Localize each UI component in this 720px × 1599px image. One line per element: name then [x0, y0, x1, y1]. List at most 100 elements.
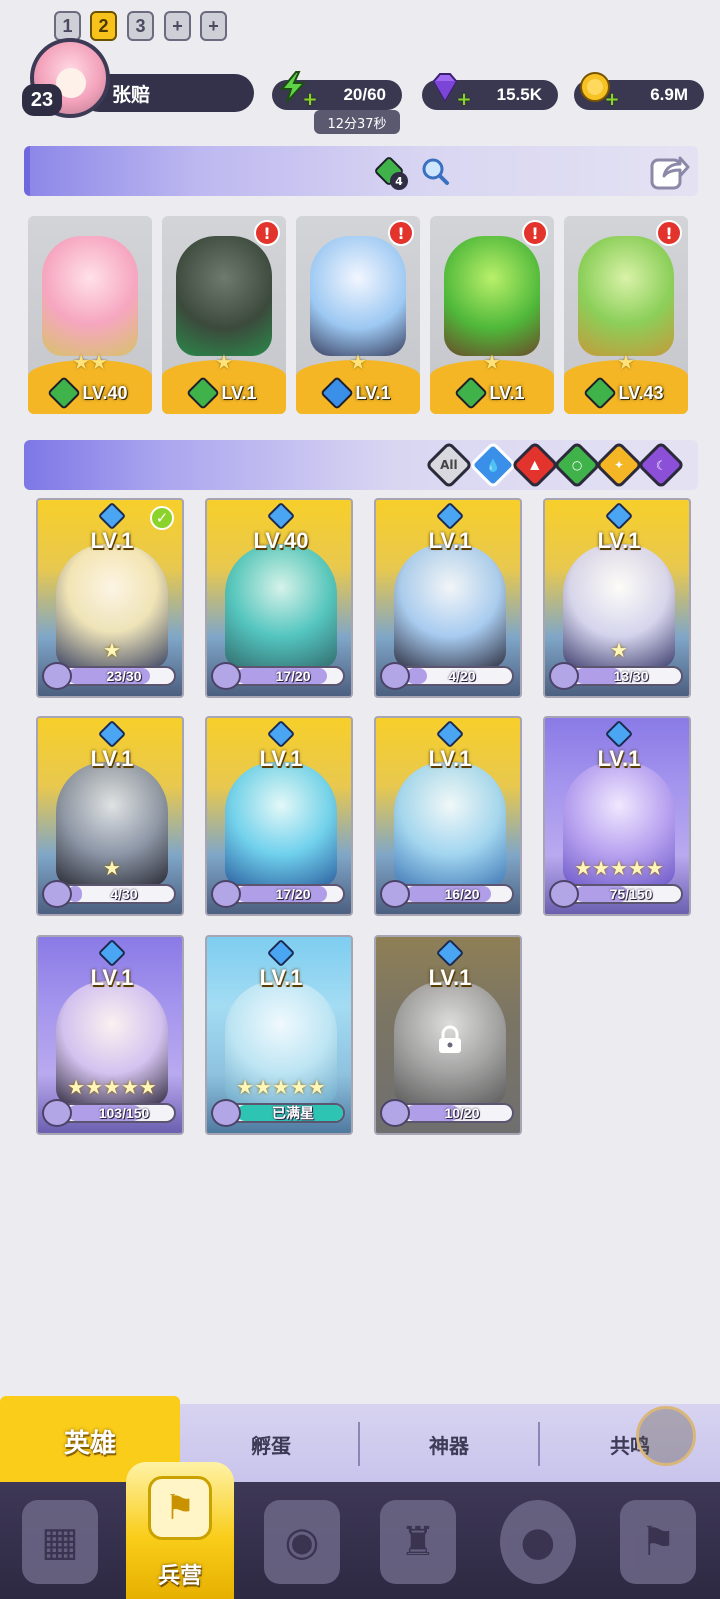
hero-level: LV.1 — [597, 528, 641, 553]
hero-level: LV.1 — [428, 528, 472, 553]
hero-portrait — [444, 236, 540, 356]
hero-shard-icon — [42, 1099, 72, 1127]
wind-element-icon — [186, 376, 221, 410]
gold-value: 6.9M — [650, 85, 688, 104]
hero-level: LV.1 — [597, 746, 641, 771]
water-element-icon — [320, 376, 355, 410]
check-icon: ✓ — [150, 506, 174, 530]
team-slot-4[interactable]: ★ LV.1 ! — [430, 216, 554, 414]
guild-banner-nav-icon[interactable]: ⚑ — [620, 1500, 696, 1584]
team-slot-3[interactable]: ★ LV.1 ! — [296, 216, 420, 414]
hero-shard-icon — [549, 662, 579, 690]
add-team-button-1[interactable]: + — [164, 11, 191, 41]
shard-count: 10/20 — [444, 1105, 480, 1121]
moon-icon: ☾ — [655, 457, 667, 472]
hero-shard-icon — [42, 662, 72, 690]
slot-level-text: LV.40 — [82, 382, 128, 403]
floating-assist-button[interactable] — [636, 1406, 696, 1466]
hero-card[interactable]: LV.1 ★ 23/30 ✓ — [36, 498, 184, 698]
search-icon[interactable] — [420, 156, 450, 186]
water-element-icon — [97, 719, 127, 749]
hero-portrait — [225, 762, 337, 886]
add-energy-icon[interactable]: + — [302, 91, 318, 109]
castle-nav-icon[interactable]: ♜ — [380, 1500, 456, 1584]
hero-shard-icon — [211, 880, 241, 908]
lock-icon — [439, 1025, 461, 1053]
hero-portrait — [42, 236, 138, 356]
cards-nav-icon[interactable]: ▦ — [22, 1500, 98, 1584]
team-slot-2[interactable]: ★ LV.1 ! — [162, 216, 286, 414]
shard-count: 23/30 — [106, 668, 142, 684]
filter-all-label: All — [440, 457, 458, 472]
hero-card[interactable]: LV.1 4/20 — [374, 498, 522, 698]
slot-level-text: LV.1 — [221, 382, 257, 403]
hero-card[interactable]: LV.1 ★★★★★ 103/150 — [36, 935, 184, 1135]
water-element-icon — [435, 938, 465, 968]
mushroom-nav-icon[interactable]: ● — [500, 1500, 576, 1584]
gem-value: 15.5K — [496, 85, 542, 104]
team-bar — [24, 146, 698, 196]
shard-count: 4/20 — [448, 668, 476, 684]
team-slot-5[interactable]: ★ LV.43 ! — [564, 216, 688, 414]
hero-card[interactable]: LV.1 ★ 4/30 — [36, 716, 184, 916]
shard-count: 75/150 — [609, 886, 653, 902]
hero-card[interactable]: LV.1 ★ 13/30 — [543, 498, 691, 698]
hero-stars: ★ — [610, 638, 628, 662]
tab-artifacts[interactable]: 神器 — [360, 1420, 538, 1468]
hero-card[interactable]: LV.1 17/20 — [205, 716, 353, 916]
nav-barracks[interactable]: ⚑ 兵营 — [126, 1462, 234, 1599]
swirl-icon: ○ — [571, 457, 583, 472]
hero-stars: ★ — [103, 856, 121, 880]
team-tab-3[interactable]: 3 — [127, 11, 154, 41]
nav-barracks-label: 兵营 — [157, 1564, 202, 1589]
shard-count: 17/20 — [275, 668, 311, 684]
plus-icon: + — [172, 15, 183, 36]
water-element-icon — [266, 938, 296, 968]
team-tab-1[interactable]: 1 — [54, 11, 81, 41]
add-gold-icon[interactable]: + — [604, 91, 620, 109]
water-element-icon — [604, 501, 634, 531]
hero-card[interactable]: LV.1 ★★★★★ 75/150 — [543, 716, 691, 916]
slot-level: LV.43 — [564, 376, 688, 410]
add-gems-icon[interactable]: + — [456, 91, 472, 109]
hero-shard-icon — [380, 880, 410, 908]
team-slot-1[interactable]: ★★ LV.40 — [28, 216, 152, 414]
shard-count: 103/150 — [98, 1105, 150, 1121]
wind-element-icon — [583, 376, 618, 410]
alert-icon: ! — [388, 220, 414, 246]
hero-level: LV.1 — [428, 965, 472, 990]
slot-level-text: LV.43 — [618, 382, 664, 403]
shard-count: 17/20 — [275, 886, 311, 902]
shard-count: 13/30 — [613, 668, 649, 684]
share-icon[interactable] — [648, 150, 690, 192]
pet-count-badge: 4 — [390, 172, 408, 190]
hero-card[interactable]: LV.1 16/20 — [374, 716, 522, 916]
shard-count: 4/30 — [110, 886, 138, 902]
hero-card[interactable]: LV.1 10/20 — [374, 935, 522, 1135]
hero-level: LV.1 — [90, 965, 134, 990]
pet-button[interactable]: 4 — [373, 155, 408, 190]
add-team-button-2[interactable]: + — [200, 11, 227, 41]
water-element-icon — [266, 501, 296, 531]
hero-shard-icon — [380, 1099, 410, 1127]
hero-level: LV.40 — [253, 528, 309, 553]
hero-shard-icon — [42, 880, 72, 908]
water-element-icon — [435, 501, 465, 531]
hero-stars: ★★★★★ — [574, 856, 664, 880]
water-element-icon — [604, 719, 634, 749]
hero-card[interactable]: LV.1 ★★★★★ 已满星 — [205, 935, 353, 1135]
hero-level: LV.1 — [90, 746, 134, 771]
map-book-nav-icon[interactable]: ◉ — [264, 1500, 340, 1584]
slot-stars: ★ — [215, 350, 233, 374]
tab-hatch[interactable]: 孵蛋 — [182, 1420, 360, 1468]
energy-timer: 12分37秒 — [314, 110, 400, 134]
player-level-badge: 23 — [22, 84, 62, 116]
hero-portrait — [176, 236, 272, 356]
energy-value: 20/60 — [343, 85, 386, 104]
slot-level: LV.1 — [296, 376, 420, 410]
slot-level-text: LV.1 — [355, 382, 391, 403]
water-element-icon — [97, 501, 127, 531]
hero-card[interactable]: LV.40 17/20 — [205, 498, 353, 698]
water-drop-icon: 💧 — [485, 457, 501, 472]
team-tab-2[interactable]: 2 — [90, 11, 117, 41]
